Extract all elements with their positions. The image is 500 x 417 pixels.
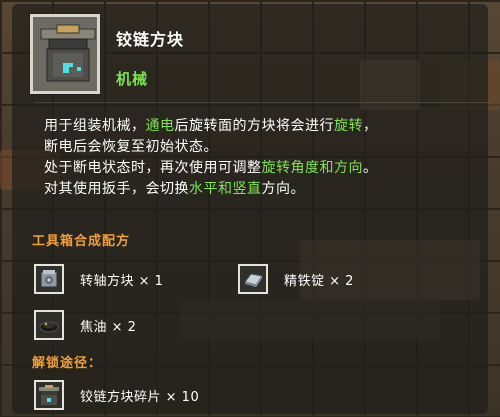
divider (34, 102, 490, 103)
ingredient-name: 精铁锭 (284, 273, 325, 289)
iron-ingot-icon (238, 264, 268, 294)
hinge-block-icon (30, 14, 100, 94)
item-title: 铰链方块 (116, 30, 185, 49)
ingredient-label: 精铁锭 × 2 (284, 270, 354, 289)
unlock-section-title: 解锁途径： (32, 356, 103, 371)
description-line: 用于组装机械，通电后旋转面的方块将会进行旋转， (44, 116, 494, 137)
ingredient-qty: × 1 (138, 273, 164, 289)
ingredient-qty: × 2 (329, 273, 354, 289)
item-description: 用于组装机械，通电后旋转面的方块将会进行旋转， 断电后会恢复至初始状态。 处于断… (44, 116, 494, 200)
ingredient-name: 焦油 (80, 319, 108, 335)
recipe-section-title: 工具箱合成配方 (32, 234, 131, 249)
description-line: 对其使用扳手，会切换水平和竖直方向。 (44, 179, 494, 200)
ingredient-name: 转轴方块 (80, 273, 135, 289)
ingredient-label: 焦油 × 2 (80, 316, 136, 335)
description-text: ， (363, 118, 378, 134)
ingredient-label: 转轴方块 × 1 (80, 270, 163, 289)
unlock-item-qty: × 10 (165, 389, 200, 405)
axis-block-icon (34, 264, 64, 294)
description-highlight: 旋转角度和方向 (261, 160, 363, 176)
unlock-item-name: 铰链方块碎片 (80, 389, 162, 405)
hinge-block-fragment-icon (34, 380, 64, 410)
unlock-item[interactable]: 铰链方块碎片 × 10 (34, 378, 199, 412)
item-category: 机械 (116, 70, 149, 88)
description-line: 处于断电状态时，再次使用可调整旋转角度和方向。 (44, 158, 494, 179)
description-line: 断电后会恢复至初始状态。 (44, 139, 218, 155)
ingredient-qty: × 2 (111, 319, 137, 335)
description-text: 。 (363, 160, 378, 176)
recipe-ingredient[interactable]: 焦油 × 2 (34, 308, 136, 342)
description-text: 对其使用扳手，会切换 (44, 181, 189, 197)
description-highlight: 旋转 (334, 118, 363, 134)
item-tooltip: 铰链方块 机械 用于组装机械，通电后旋转面的方块将会进行旋转， 断电后会恢复至初… (12, 4, 490, 414)
description-text: 用于组装机械， (44, 118, 146, 134)
unlock-label: 铰链方块碎片 × 10 (80, 386, 199, 405)
description-highlight: 水平和竖直 (189, 181, 262, 197)
description-highlight: 通电 (145, 118, 175, 134)
description-text: 方向。 (261, 181, 305, 197)
description-text: 后旋转面的方块将会进行 (174, 118, 334, 134)
description-text: 处于断电状态时，再次使用可调整 (44, 160, 262, 176)
tar-icon (34, 310, 64, 340)
recipe-ingredient[interactable]: 转轴方块 × 1 (34, 262, 163, 296)
recipe-ingredient[interactable]: 精铁锭 × 2 (238, 262, 354, 296)
